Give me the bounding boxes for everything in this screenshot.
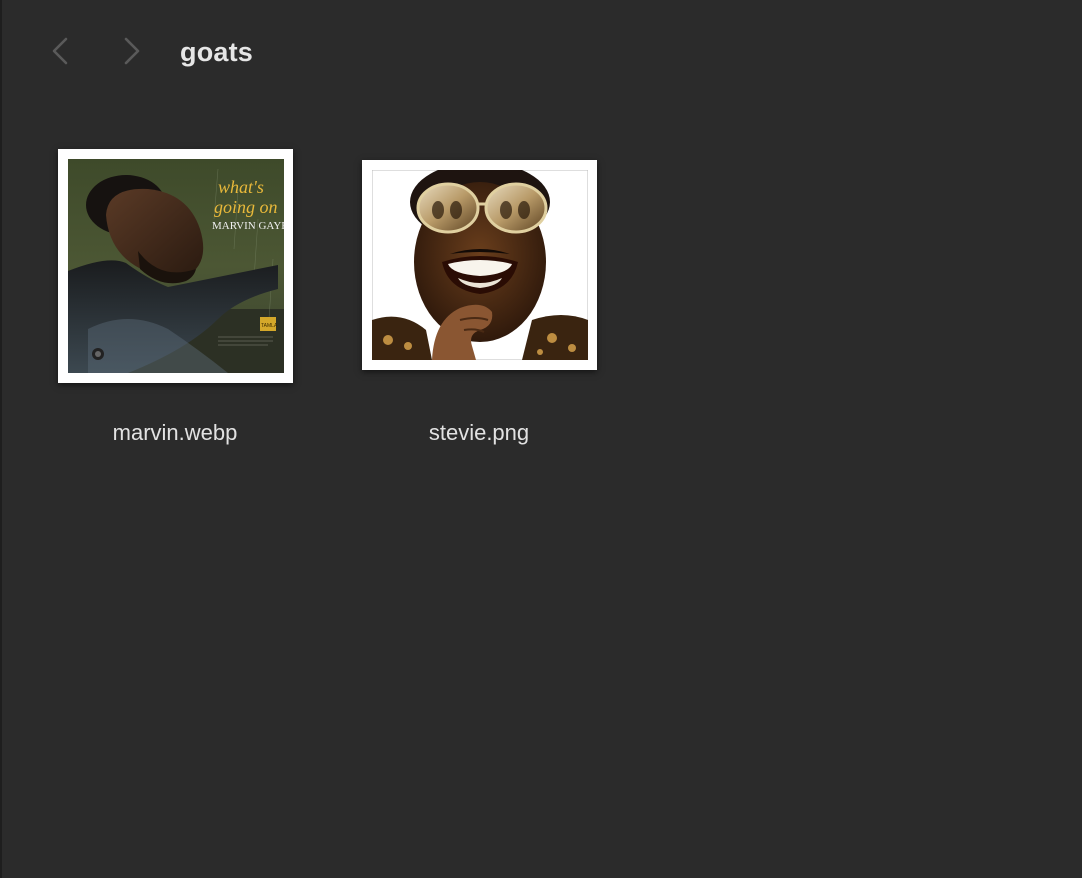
- finder-window: goats what's going on MARVIN GAYE TAMLA …: [0, 0, 1082, 878]
- chevron-right-icon: [124, 37, 140, 65]
- folder-title: goats: [180, 37, 254, 67]
- file-thumbnail[interactable]: [361, 148, 597, 384]
- marvin-label-text: TAMLA: [261, 323, 278, 329]
- chevron-left-icon: [52, 37, 68, 65]
- file-name-label[interactable]: marvin.webp: [57, 420, 293, 446]
- back-button[interactable]: [46, 34, 74, 68]
- forward-button[interactable]: [118, 34, 146, 68]
- toolbar: goats: [2, 0, 1082, 100]
- file-item-marvin[interactable]: what's going on MARVIN GAYE TAMLA marvin…: [57, 148, 293, 445]
- marvin-title-line2: going on: [214, 197, 278, 217]
- marvin-album-cover-image: what's going on MARVIN GAYE TAMLA: [68, 159, 284, 373]
- marvin-title-line1: what's: [218, 177, 264, 197]
- stevie-photo-image: [372, 170, 588, 360]
- file-thumbnail[interactable]: what's going on MARVIN GAYE TAMLA: [57, 148, 293, 384]
- thumbnail-frame: [362, 160, 597, 370]
- file-name-label[interactable]: stevie.png: [361, 420, 597, 446]
- marvin-artist-text: MARVIN GAYE: [212, 220, 284, 232]
- thumbnail-frame: what's going on MARVIN GAYE TAMLA: [58, 149, 293, 383]
- file-item-stevie[interactable]: stevie.png: [361, 148, 597, 445]
